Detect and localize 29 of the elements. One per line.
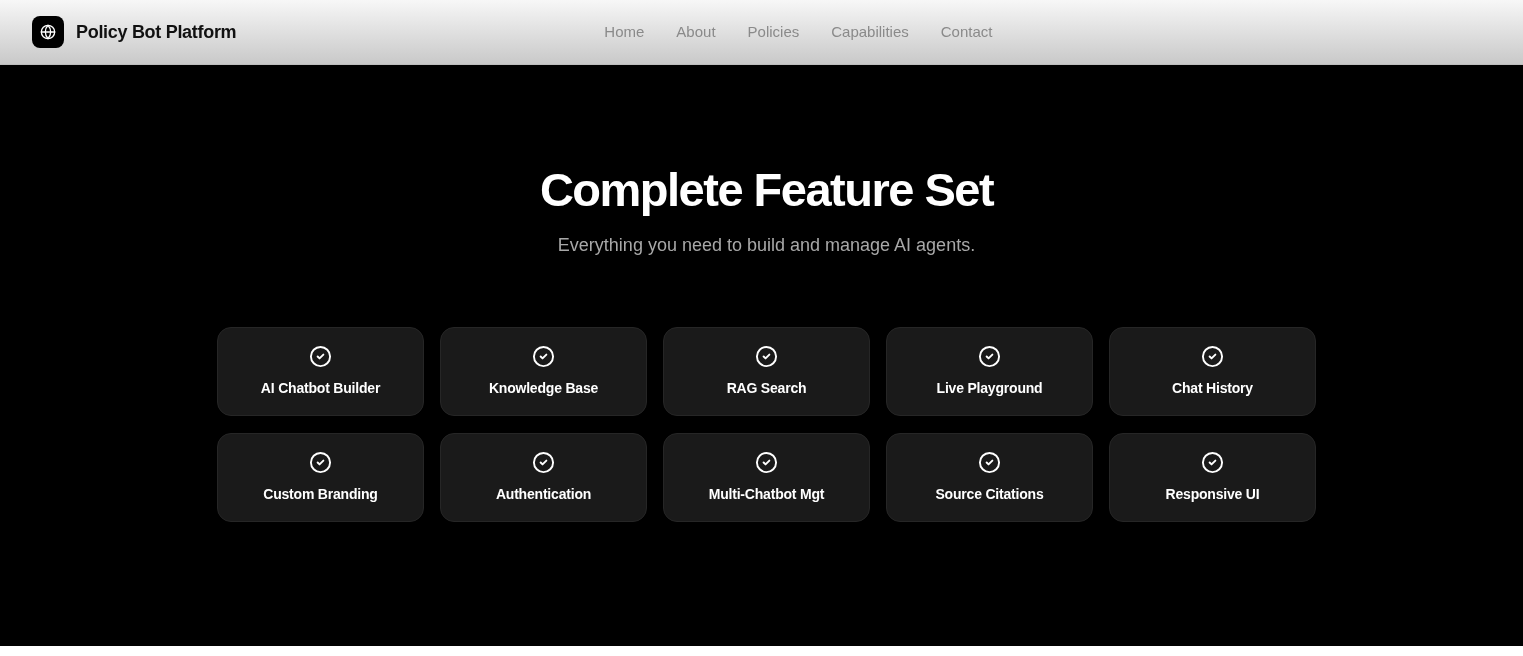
check-circle-icon [1201, 345, 1224, 368]
nav-link[interactable]: Policies [747, 20, 800, 44]
check-circle-icon [978, 451, 1001, 474]
feature-label: Multi-Chatbot Mgt [708, 485, 825, 504]
feature-label: Authentication [495, 485, 592, 504]
nav-link[interactable]: Contact [940, 20, 993, 44]
section-subtitle: Everything you need to build and manage AI agents. [557, 234, 976, 257]
check-circle-icon [1201, 451, 1224, 474]
brand-name: Policy Bot Platform [76, 20, 237, 44]
feature-label: Custom Branding [263, 485, 378, 504]
feature-label: AI Chatbot Builder [260, 379, 381, 398]
feature-label: Responsive UI [1165, 485, 1260, 504]
nav-link[interactable]: About [676, 20, 716, 44]
section-title: Complete Feature Set [539, 162, 994, 218]
check-circle-icon [755, 345, 778, 368]
globe-icon [32, 16, 64, 48]
check-circle-icon [532, 345, 555, 368]
check-circle-icon [532, 451, 555, 474]
feature-label: Live Playground [936, 379, 1043, 398]
check-circle-icon [755, 451, 778, 474]
feature-label: Knowledge Base [488, 379, 599, 398]
feature-label: Source Citations [935, 485, 1044, 504]
nav-link[interactable]: Capabilities [831, 20, 909, 44]
nav-link[interactable]: Home [604, 20, 645, 44]
check-circle-icon [978, 345, 1001, 368]
check-circle-icon [309, 451, 332, 474]
check-circle-icon [309, 345, 332, 368]
feature-label: RAG Search [726, 379, 807, 398]
feature-label: Chat History [1172, 379, 1253, 398]
